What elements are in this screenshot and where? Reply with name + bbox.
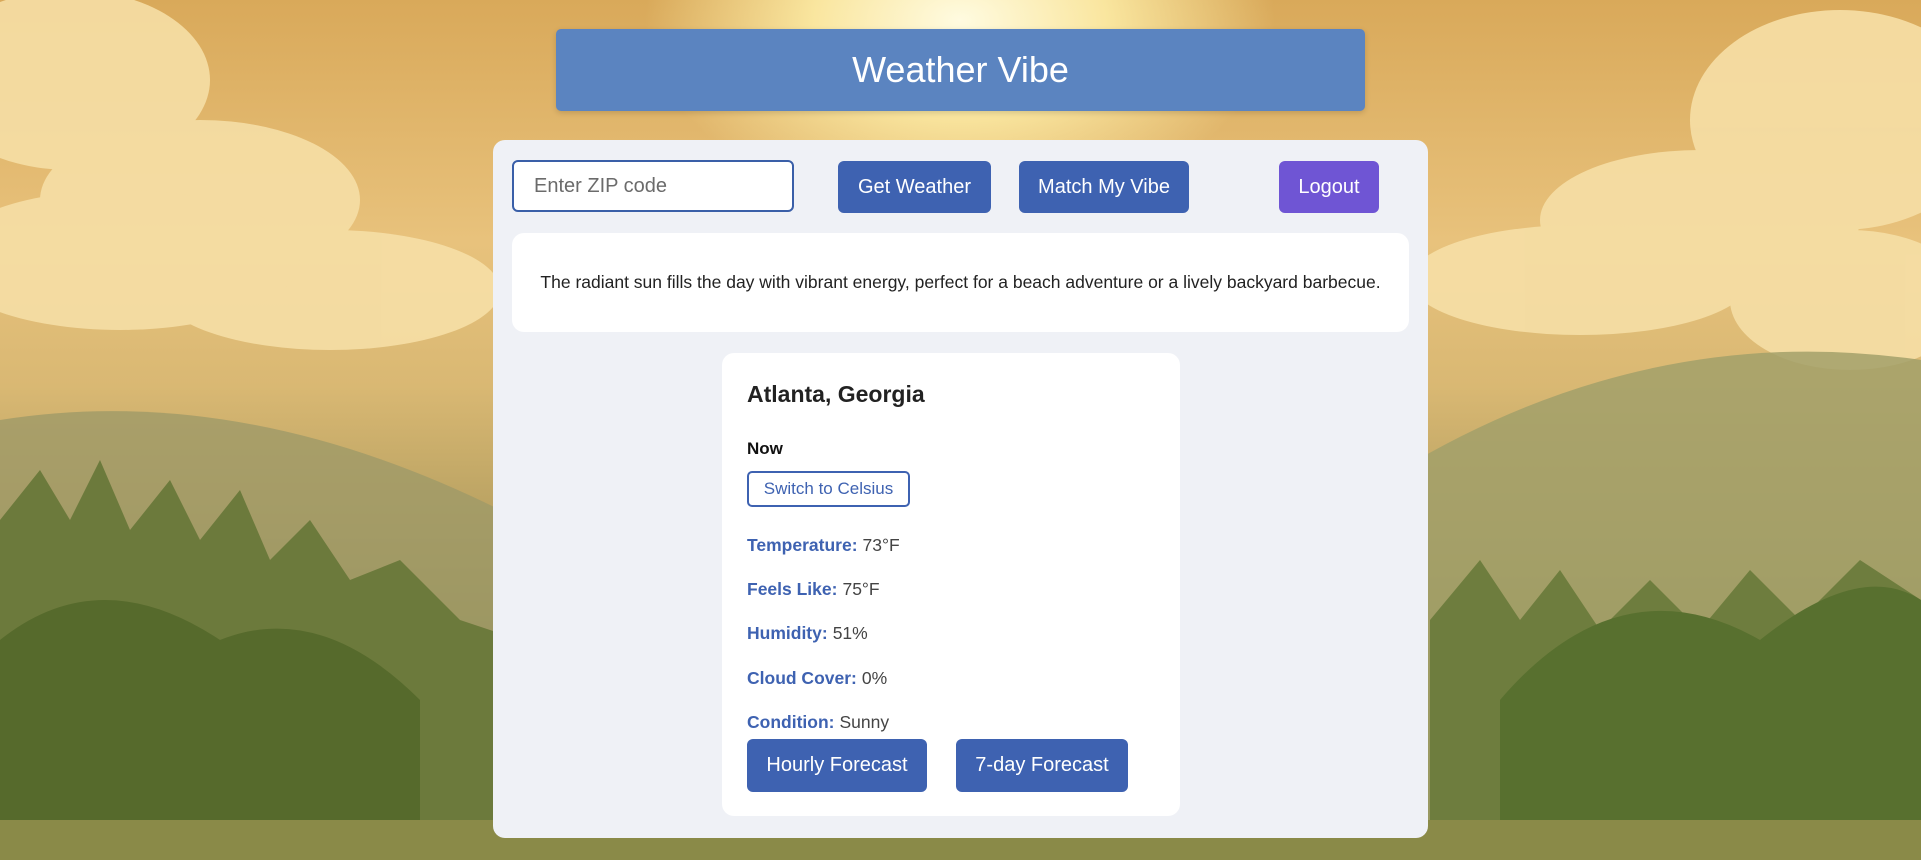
match-my-vibe-button[interactable]: Match My Vibe [1019, 161, 1189, 213]
main-panel: Get Weather Match My Vibe Logout The rad… [493, 140, 1428, 838]
humidity-label: Humidity: [747, 623, 828, 643]
switch-unit-button[interactable]: Switch to Celsius [747, 471, 910, 507]
feels-like-value: 75°F [842, 579, 880, 599]
app-title: Weather Vibe [852, 49, 1069, 90]
vibe-message-box: The radiant sun fills the day with vibra… [512, 233, 1409, 332]
condition-value: Sunny [839, 712, 890, 732]
humidity-value: 51% [832, 623, 868, 643]
get-weather-button[interactable]: Get Weather [838, 161, 991, 213]
cloud-cover-value: 0% [861, 668, 888, 688]
seven-day-forecast-button[interactable]: 7-day Forecast [956, 739, 1128, 792]
condition-label: Condition: [747, 712, 835, 732]
feels-like-row: Feels Like: 75°F [747, 579, 880, 600]
vibe-message-text: The radiant sun fills the day with vibra… [540, 272, 1381, 292]
app-header: Weather Vibe [556, 29, 1365, 111]
temperature-row: Temperature: 73°F [747, 535, 900, 556]
period-label: Now [747, 439, 783, 458]
location-title: Atlanta, Georgia [747, 381, 925, 407]
weather-card: Atlanta, Georgia Now Switch to Celsius T… [722, 353, 1180, 816]
cloud-cover-row: Cloud Cover: 0% [747, 668, 887, 689]
condition-row: Condition: Sunny [747, 712, 889, 733]
cloud-cover-label: Cloud Cover: [747, 668, 857, 688]
humidity-row: Humidity: 51% [747, 623, 868, 644]
temperature-label: Temperature: [747, 535, 858, 555]
hourly-forecast-button[interactable]: Hourly Forecast [747, 739, 927, 792]
temperature-value: 73°F [862, 535, 900, 555]
zip-code-input[interactable] [512, 160, 794, 212]
feels-like-label: Feels Like: [747, 579, 838, 599]
logout-button[interactable]: Logout [1279, 161, 1379, 213]
